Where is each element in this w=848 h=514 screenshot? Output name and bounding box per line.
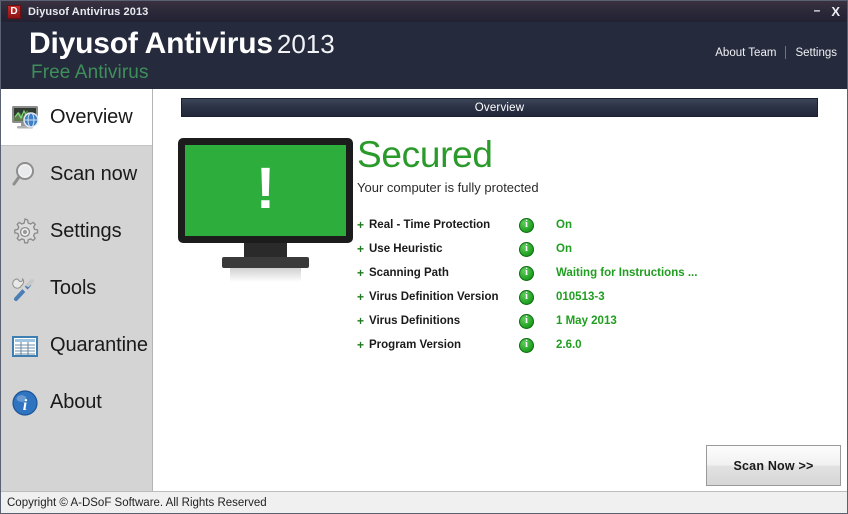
status-value: Waiting for Instructions ... bbox=[556, 267, 698, 279]
sidebar-item-quarantine[interactable]: Quarantine bbox=[1, 317, 152, 374]
minimize-icon[interactable]: – bbox=[814, 4, 821, 16]
sidebar-item-label: Settings bbox=[50, 220, 122, 242]
status-label: Virus Definition Version bbox=[369, 291, 499, 303]
monitor-secured-icon: ! bbox=[178, 138, 353, 282]
section-title: Overview bbox=[474, 101, 525, 114]
application-window: D Diyusof Antivirus 2013 – X Diyusof Ant… bbox=[0, 0, 848, 514]
status-subtitle: Your computer is fully protected bbox=[357, 180, 539, 195]
magnifier-icon bbox=[9, 159, 41, 191]
section-header: Overview bbox=[181, 98, 818, 117]
sidebar-item-label: About bbox=[50, 391, 102, 413]
brand-name: Diyusof Antivirus bbox=[29, 27, 273, 60]
sidebar-item-label: Quarantine bbox=[50, 334, 148, 356]
window-controls: – X bbox=[814, 1, 840, 22]
exclamation-mark: ! bbox=[255, 155, 276, 221]
table-row[interactable]: + Use Heuristic i On bbox=[357, 237, 827, 261]
expand-icon[interactable]: + bbox=[357, 338, 369, 352]
content-area: Overview ! Secured Your computer is full… bbox=[154, 89, 847, 493]
expand-icon[interactable]: + bbox=[357, 266, 369, 280]
status-bar: Copyright © A-DSoF Software. All Rights … bbox=[1, 491, 847, 513]
status-label: Real - Time Protection bbox=[369, 219, 491, 231]
svg-text:i: i bbox=[23, 397, 28, 414]
monitor-globe-icon bbox=[9, 101, 41, 133]
tools-icon bbox=[9, 273, 41, 305]
status-title: Secured bbox=[357, 134, 493, 175]
status-label: Use Heuristic bbox=[369, 243, 443, 255]
expand-icon[interactable]: + bbox=[357, 290, 369, 304]
window-title: Diyusof Antivirus 2013 bbox=[28, 5, 149, 18]
brand-title: Diyusof Antivirus 2013 bbox=[29, 29, 335, 59]
info-icon[interactable]: i bbox=[519, 289, 534, 305]
settings-link[interactable]: Settings bbox=[795, 47, 837, 59]
sidebar-item-tools[interactable]: Tools bbox=[1, 260, 152, 317]
status-label: Virus Definitions bbox=[369, 315, 461, 327]
sidebar-item-about[interactable]: i About bbox=[1, 374, 152, 431]
table-row[interactable]: + Scanning Path i Waiting for Instructio… bbox=[357, 261, 827, 285]
monitor-neck bbox=[244, 243, 287, 257]
sidebar-item-scan-now[interactable]: Scan now bbox=[1, 146, 152, 203]
sidebar-item-label: Scan now bbox=[50, 163, 138, 185]
monitor-bezel: ! bbox=[178, 138, 353, 243]
sidebar-item-label: Overview bbox=[50, 105, 133, 128]
info-icon[interactable]: i bbox=[519, 337, 534, 353]
table-row[interactable]: + Virus Definitions i 1 May 2013 bbox=[357, 309, 827, 333]
info-circle-icon: i bbox=[9, 387, 41, 419]
sidebar-item-settings[interactable]: Settings bbox=[1, 203, 152, 260]
expand-icon[interactable]: + bbox=[357, 314, 369, 328]
header-links: About Team Settings bbox=[715, 46, 837, 59]
status-value: On bbox=[556, 219, 572, 231]
title-bar: D Diyusof Antivirus 2013 – X bbox=[1, 1, 847, 22]
app-logo-icon: D bbox=[7, 4, 21, 19]
info-icon[interactable]: i bbox=[519, 217, 534, 233]
close-icon[interactable]: X bbox=[831, 5, 840, 18]
table-row[interactable]: + Real - Time Protection i On bbox=[357, 213, 827, 237]
gear-icon bbox=[9, 216, 41, 248]
monitor-base bbox=[222, 257, 309, 268]
info-icon[interactable]: i bbox=[519, 265, 534, 281]
status-value: 2.6.0 bbox=[556, 339, 582, 351]
table-row[interactable]: + Virus Definition Version i 010513-3 bbox=[357, 285, 827, 309]
copyright-text: Copyright © A-DSoF Software. All Rights … bbox=[7, 496, 267, 509]
status-row-list: + Real - Time Protection i On + Use Heur… bbox=[357, 213, 827, 357]
scan-now-button[interactable]: Scan Now >> bbox=[706, 445, 841, 486]
status-value: 010513-3 bbox=[556, 291, 605, 303]
brand-subtitle: Free Antivirus bbox=[31, 62, 149, 83]
monitor-reflection bbox=[230, 268, 301, 282]
info-icon[interactable]: i bbox=[519, 241, 534, 257]
sidebar-item-label: Tools bbox=[50, 277, 97, 299]
header-link-divider bbox=[785, 46, 787, 59]
expand-icon[interactable]: + bbox=[357, 242, 369, 256]
sidebar-item-overview[interactable]: Overview bbox=[1, 89, 152, 146]
table-row[interactable]: + Program Version i 2.6.0 bbox=[357, 333, 827, 357]
status-panel: Secured Your computer is fully protected… bbox=[357, 136, 827, 357]
status-label: Program Version bbox=[369, 339, 462, 351]
about-team-link[interactable]: About Team bbox=[715, 47, 776, 59]
status-value: 1 May 2013 bbox=[556, 315, 617, 327]
status-value: On bbox=[556, 243, 572, 255]
brand-header: Diyusof Antivirus 2013 Free Antivirus Abo… bbox=[1, 22, 847, 89]
monitor-screen: ! bbox=[185, 145, 346, 236]
brand-year: 2013 bbox=[276, 29, 335, 59]
sidebar-navigation: Overview Scan now Settings Tools Quarant… bbox=[1, 89, 153, 493]
table-list-icon bbox=[9, 330, 41, 362]
expand-icon[interactable]: + bbox=[357, 218, 369, 232]
info-icon[interactable]: i bbox=[519, 313, 534, 329]
status-label: Scanning Path bbox=[369, 267, 449, 279]
